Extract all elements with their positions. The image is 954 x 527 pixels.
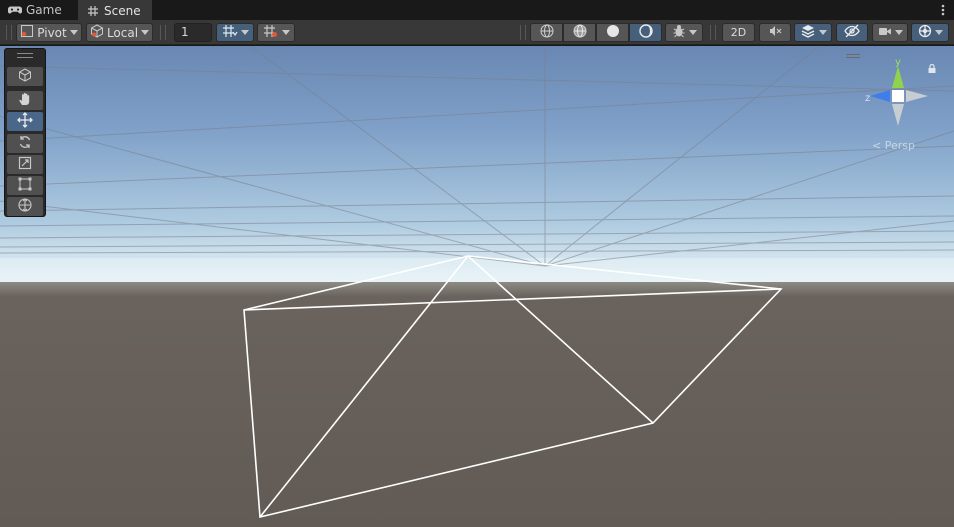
gizmos-dropdown[interactable]: [911, 23, 949, 42]
scene-camera-dropdown[interactable]: [872, 23, 908, 42]
pivot-dropdown[interactable]: Pivot: [16, 23, 82, 42]
grid-hash-icon: [86, 4, 100, 18]
video-camera-icon: [878, 25, 892, 40]
scene-viewport[interactable]: y z < Persp: [0, 46, 954, 527]
palette-drag-handle[interactable]: [17, 53, 33, 58]
wireframe-sphere-icon: [540, 24, 554, 41]
scale-icon: [18, 156, 32, 173]
speaker-muted-icon: [768, 24, 782, 41]
cube-icon: [18, 68, 32, 85]
hand-icon: [18, 92, 32, 109]
wireframe-shading-button[interactable]: [530, 23, 563, 42]
tab-scene[interactable]: Scene: [78, 0, 152, 20]
toolbar-grip[interactable]: [160, 25, 166, 40]
gizmo-x-cone: [906, 90, 928, 102]
chevron-down-icon: [894, 30, 903, 35]
mode-2d-label: 2D: [730, 26, 747, 39]
layers-effects-icon: [800, 24, 816, 41]
transform-combo-icon: [17, 197, 33, 216]
orientation-gizmo[interactable]: y z: [856, 54, 936, 136]
chevron-down-icon: [818, 30, 827, 35]
unlit-debug-draw-mode-button[interactable]: [629, 23, 662, 42]
rotate-icon: [18, 135, 32, 152]
shaded-button[interactable]: [596, 23, 629, 42]
audio-toggle-button[interactable]: [759, 23, 791, 42]
gizmo-globe-icon: [918, 24, 932, 41]
gizmo-neg-y-cone: [892, 104, 904, 126]
gamepad-icon: [8, 3, 22, 17]
scale-tool-button[interactable]: [7, 155, 43, 174]
chevron-down-icon: [934, 30, 943, 35]
projection-label[interactable]: < Persp: [872, 139, 915, 152]
ground: [0, 282, 954, 527]
horizon-glow: [0, 258, 954, 286]
chevron-down-icon: [688, 30, 697, 35]
local-label: Local: [106, 25, 139, 40]
tab-bar: Game Scene: [0, 0, 954, 20]
move-tool-button[interactable]: [7, 112, 43, 131]
gizmo-center-cube: [892, 90, 904, 102]
toolbar-grip[interactable]: [710, 25, 716, 40]
scene-toolbar: Pivot Local 1 2D: [0, 20, 954, 45]
rotate-tool-button[interactable]: [7, 134, 43, 153]
chevron-down-icon: [240, 30, 249, 35]
snap-increment-field[interactable]: 1: [174, 23, 212, 42]
gizmo-z-label: z: [865, 93, 870, 104]
bug-icon: [672, 24, 686, 41]
local-global-dropdown[interactable]: Local: [86, 23, 153, 42]
shaded-wireframe-button[interactable]: [563, 23, 596, 42]
rect-tool-button[interactable]: [7, 176, 43, 195]
pivot-icon: [20, 24, 34, 41]
tab-game[interactable]: Game: [0, 0, 78, 20]
more-options-icon[interactable]: [940, 2, 946, 18]
increment-snapping-toggle[interactable]: [257, 23, 295, 42]
half-moon-icon: [638, 24, 653, 41]
scene-render: [0, 46, 954, 527]
grid-snapping-toggle[interactable]: [216, 23, 254, 42]
move-arrows-icon: [17, 112, 33, 131]
pivot-label: Pivot: [37, 25, 67, 40]
effects-toggle-dropdown[interactable]: [794, 23, 832, 42]
toggle-2d-button[interactable]: 2D: [722, 23, 755, 42]
grid-snap-icon: [222, 24, 238, 41]
debug-draw-mode-dropdown[interactable]: [665, 23, 703, 42]
scene-visibility-toggle[interactable]: [836, 23, 868, 42]
toolbar-grip[interactable]: [520, 25, 526, 40]
solid-sphere-icon: [606, 24, 620, 41]
eye-slash-icon: [844, 24, 860, 41]
hand-tool-button[interactable]: [7, 91, 43, 110]
gizmo-z-cone: [870, 90, 890, 102]
increment-snap-icon: [263, 24, 279, 41]
cube-local-icon: [90, 24, 104, 41]
shaded-wire-sphere-icon: [573, 24, 587, 41]
gizmo-y-cone: [892, 66, 904, 88]
toolbar-grip[interactable]: [6, 25, 12, 40]
chevron-down-icon: [141, 30, 150, 35]
tool-palette: [4, 48, 46, 217]
transform-tool-button[interactable]: [7, 197, 43, 216]
tab-scene-label: Scene: [104, 4, 141, 18]
chevron-down-icon: [69, 30, 78, 35]
view-tool-button[interactable]: [7, 67, 43, 86]
chevron-down-icon: [281, 30, 290, 35]
tab-game-label: Game: [26, 3, 62, 17]
rect-transform-icon: [18, 177, 32, 194]
